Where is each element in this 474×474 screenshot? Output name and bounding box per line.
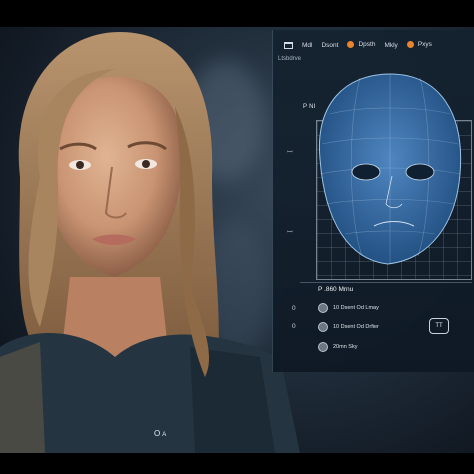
item-icon: [318, 342, 328, 352]
menu-item[interactable]: Mkly: [384, 42, 397, 49]
head-wireframe: [318, 73, 462, 265]
letterbox-bottom: [0, 453, 474, 474]
letterbox-top: [0, 0, 474, 27]
menu-item[interactable]: Mdl: [302, 42, 312, 49]
item-icon: [318, 322, 328, 332]
tt-button[interactable]: TT: [429, 318, 449, 334]
caption-sub: A: [162, 432, 167, 438]
side-number: 0: [292, 323, 296, 330]
list-item-label: 20mn Sky: [333, 344, 358, 350]
info-title: P .860 Mrnu: [318, 286, 354, 293]
side-number: 0: [292, 305, 296, 312]
top-menu: Mdl Dsont Dpsth Mkly Pxys: [284, 34, 432, 56]
list-item[interactable]: 10 Dsent Od Drfier: [318, 322, 379, 332]
menu-item[interactable]: Pxys: [406, 41, 432, 49]
item-icon: [318, 303, 328, 313]
menu-item[interactable]: Dsont: [321, 42, 338, 49]
ruler-tick: ꟷ: [287, 229, 293, 236]
ruler-tick: ꟷ: [287, 149, 293, 156]
caption: O A: [154, 429, 166, 438]
woman-portrait: [0, 32, 300, 453]
panel-subtitle: Ltsbdrve: [278, 56, 302, 62]
home-icon[interactable]: [284, 41, 293, 49]
caption-main: O: [154, 429, 161, 438]
status-dot-icon: [406, 41, 414, 49]
status-dot-icon: [347, 41, 355, 49]
menu-item[interactable]: Dpsth: [347, 41, 375, 49]
screen: Mdl Dsont Dpsth Mkly Pxys Ltsbdrve P NI …: [0, 0, 474, 474]
list-item-label: 10 Dsent Od Drfier: [333, 324, 379, 330]
list-item[interactable]: 20mn Sky: [318, 342, 357, 352]
list-item-label: 10 Dsent Od Lmay: [333, 305, 379, 311]
list-item[interactable]: 10 Dsent Od Lmay: [318, 303, 379, 313]
